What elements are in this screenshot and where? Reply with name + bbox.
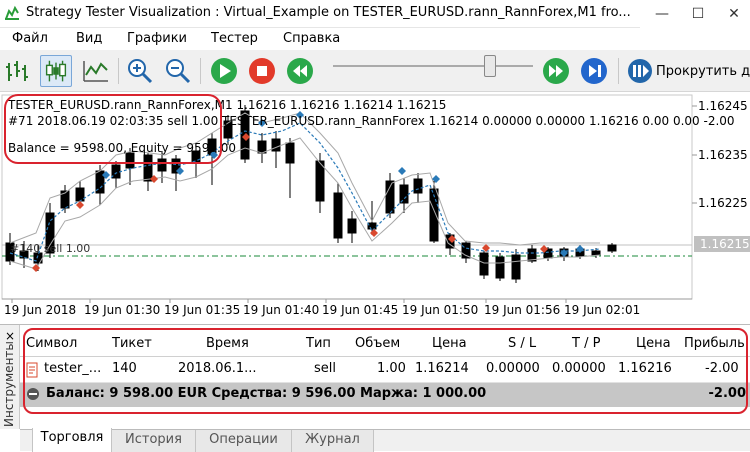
candle-body <box>511 254 521 280</box>
candle-body <box>495 256 505 279</box>
step-forward-icon[interactable] <box>578 55 610 87</box>
speed-slider-thumb[interactable] <box>484 55 496 77</box>
time-label: 19 Jun 01:50 <box>402 303 479 317</box>
tab-trade[interactable]: Торговля <box>32 428 112 452</box>
time-label: 19 Jun 01:40 <box>243 303 320 317</box>
time-label: 19 Jun 01:56 <box>484 303 561 317</box>
candlestick-icon[interactable] <box>40 55 72 87</box>
close-button[interactable]: ✕ <box>716 0 750 28</box>
time-label: 19 Jun 01:35 <box>164 303 241 317</box>
time-label: 19 Jun 02:01 <box>564 303 641 317</box>
tab-journal[interactable]: Журнал <box>292 430 374 452</box>
menu-bar: Файл Вид Графики Тестер Справка <box>0 28 750 50</box>
window-title: Strategy Tester Visualization : Virtual_… <box>26 5 631 20</box>
highlight-oval <box>4 94 222 164</box>
candle-body <box>413 178 423 194</box>
toolbar-separator <box>200 58 201 84</box>
menu-file[interactable]: Файл <box>12 31 48 46</box>
candle-body <box>333 192 343 239</box>
candle-body <box>257 140 267 154</box>
candle-body <box>271 138 281 152</box>
toolbar-separator <box>618 58 619 84</box>
candle-body <box>285 142 295 164</box>
maximize-button[interactable]: ☐ <box>680 0 716 28</box>
candle-body <box>367 222 377 230</box>
speed-slider-track[interactable] <box>333 65 533 67</box>
toolbar-separator <box>118 58 119 84</box>
zoom-in-icon[interactable] <box>124 55 156 87</box>
candle-body <box>347 218 357 234</box>
minimize-button[interactable]: — <box>644 0 680 28</box>
title-bar: Strategy Tester Visualization : Virtual_… <box>0 0 750 28</box>
time-label: 19 Jun 01:30 <box>84 303 161 317</box>
scroll-label[interactable]: Прокрутить д <box>656 64 750 79</box>
app-icon <box>5 5 19 20</box>
price-label: 1.16235 <box>698 148 748 162</box>
fast-forward-icon[interactable] <box>540 55 572 87</box>
candle-body <box>315 160 325 202</box>
time-label: 19 Jun 2018 <box>4 303 77 317</box>
candle-body <box>399 184 409 204</box>
time-label: 19 Jun 01:45 <box>322 303 399 317</box>
candle-body <box>479 252 489 276</box>
current-price-badge: 1.16215 <box>694 236 750 252</box>
highlight-rectangle <box>23 328 748 414</box>
menu-tester[interactable]: Тестер <box>211 31 258 46</box>
order-label: #140 sell 1.00 <box>10 242 91 255</box>
price-label: 1.16225 <box>698 196 748 210</box>
toolbox-side-strip: × Инструменты <box>0 325 20 429</box>
rewind-icon[interactable] <box>284 55 316 87</box>
toolbar <box>0 50 750 92</box>
window-controls: — ☐ ✕ <box>640 0 750 28</box>
candle-body <box>591 250 601 256</box>
menu-charts[interactable]: Графики <box>127 31 187 46</box>
candle-body <box>607 244 617 252</box>
scroll-icon[interactable] <box>624 55 656 87</box>
menu-help[interactable]: Справка <box>283 31 340 46</box>
toolbox-panel: × Инструменты Символ Тикет Время Тип Объ… <box>0 324 750 452</box>
line-chart-icon[interactable] <box>80 55 112 87</box>
stop-icon[interactable] <box>246 55 278 87</box>
toolbox-label: Инструменты <box>2 341 16 427</box>
menu-view[interactable]: Вид <box>76 31 102 46</box>
candle-body <box>75 187 85 202</box>
tab-operations[interactable]: Операции <box>196 430 292 452</box>
bar-chart-icon[interactable] <box>2 55 34 87</box>
tab-bar: Торговля История Операции Журнал <box>20 428 750 452</box>
price-label: 1.16245 <box>698 99 748 113</box>
tab-history[interactable]: История <box>112 430 196 452</box>
play-icon[interactable] <box>208 55 240 87</box>
zoom-out-icon[interactable] <box>162 55 194 87</box>
